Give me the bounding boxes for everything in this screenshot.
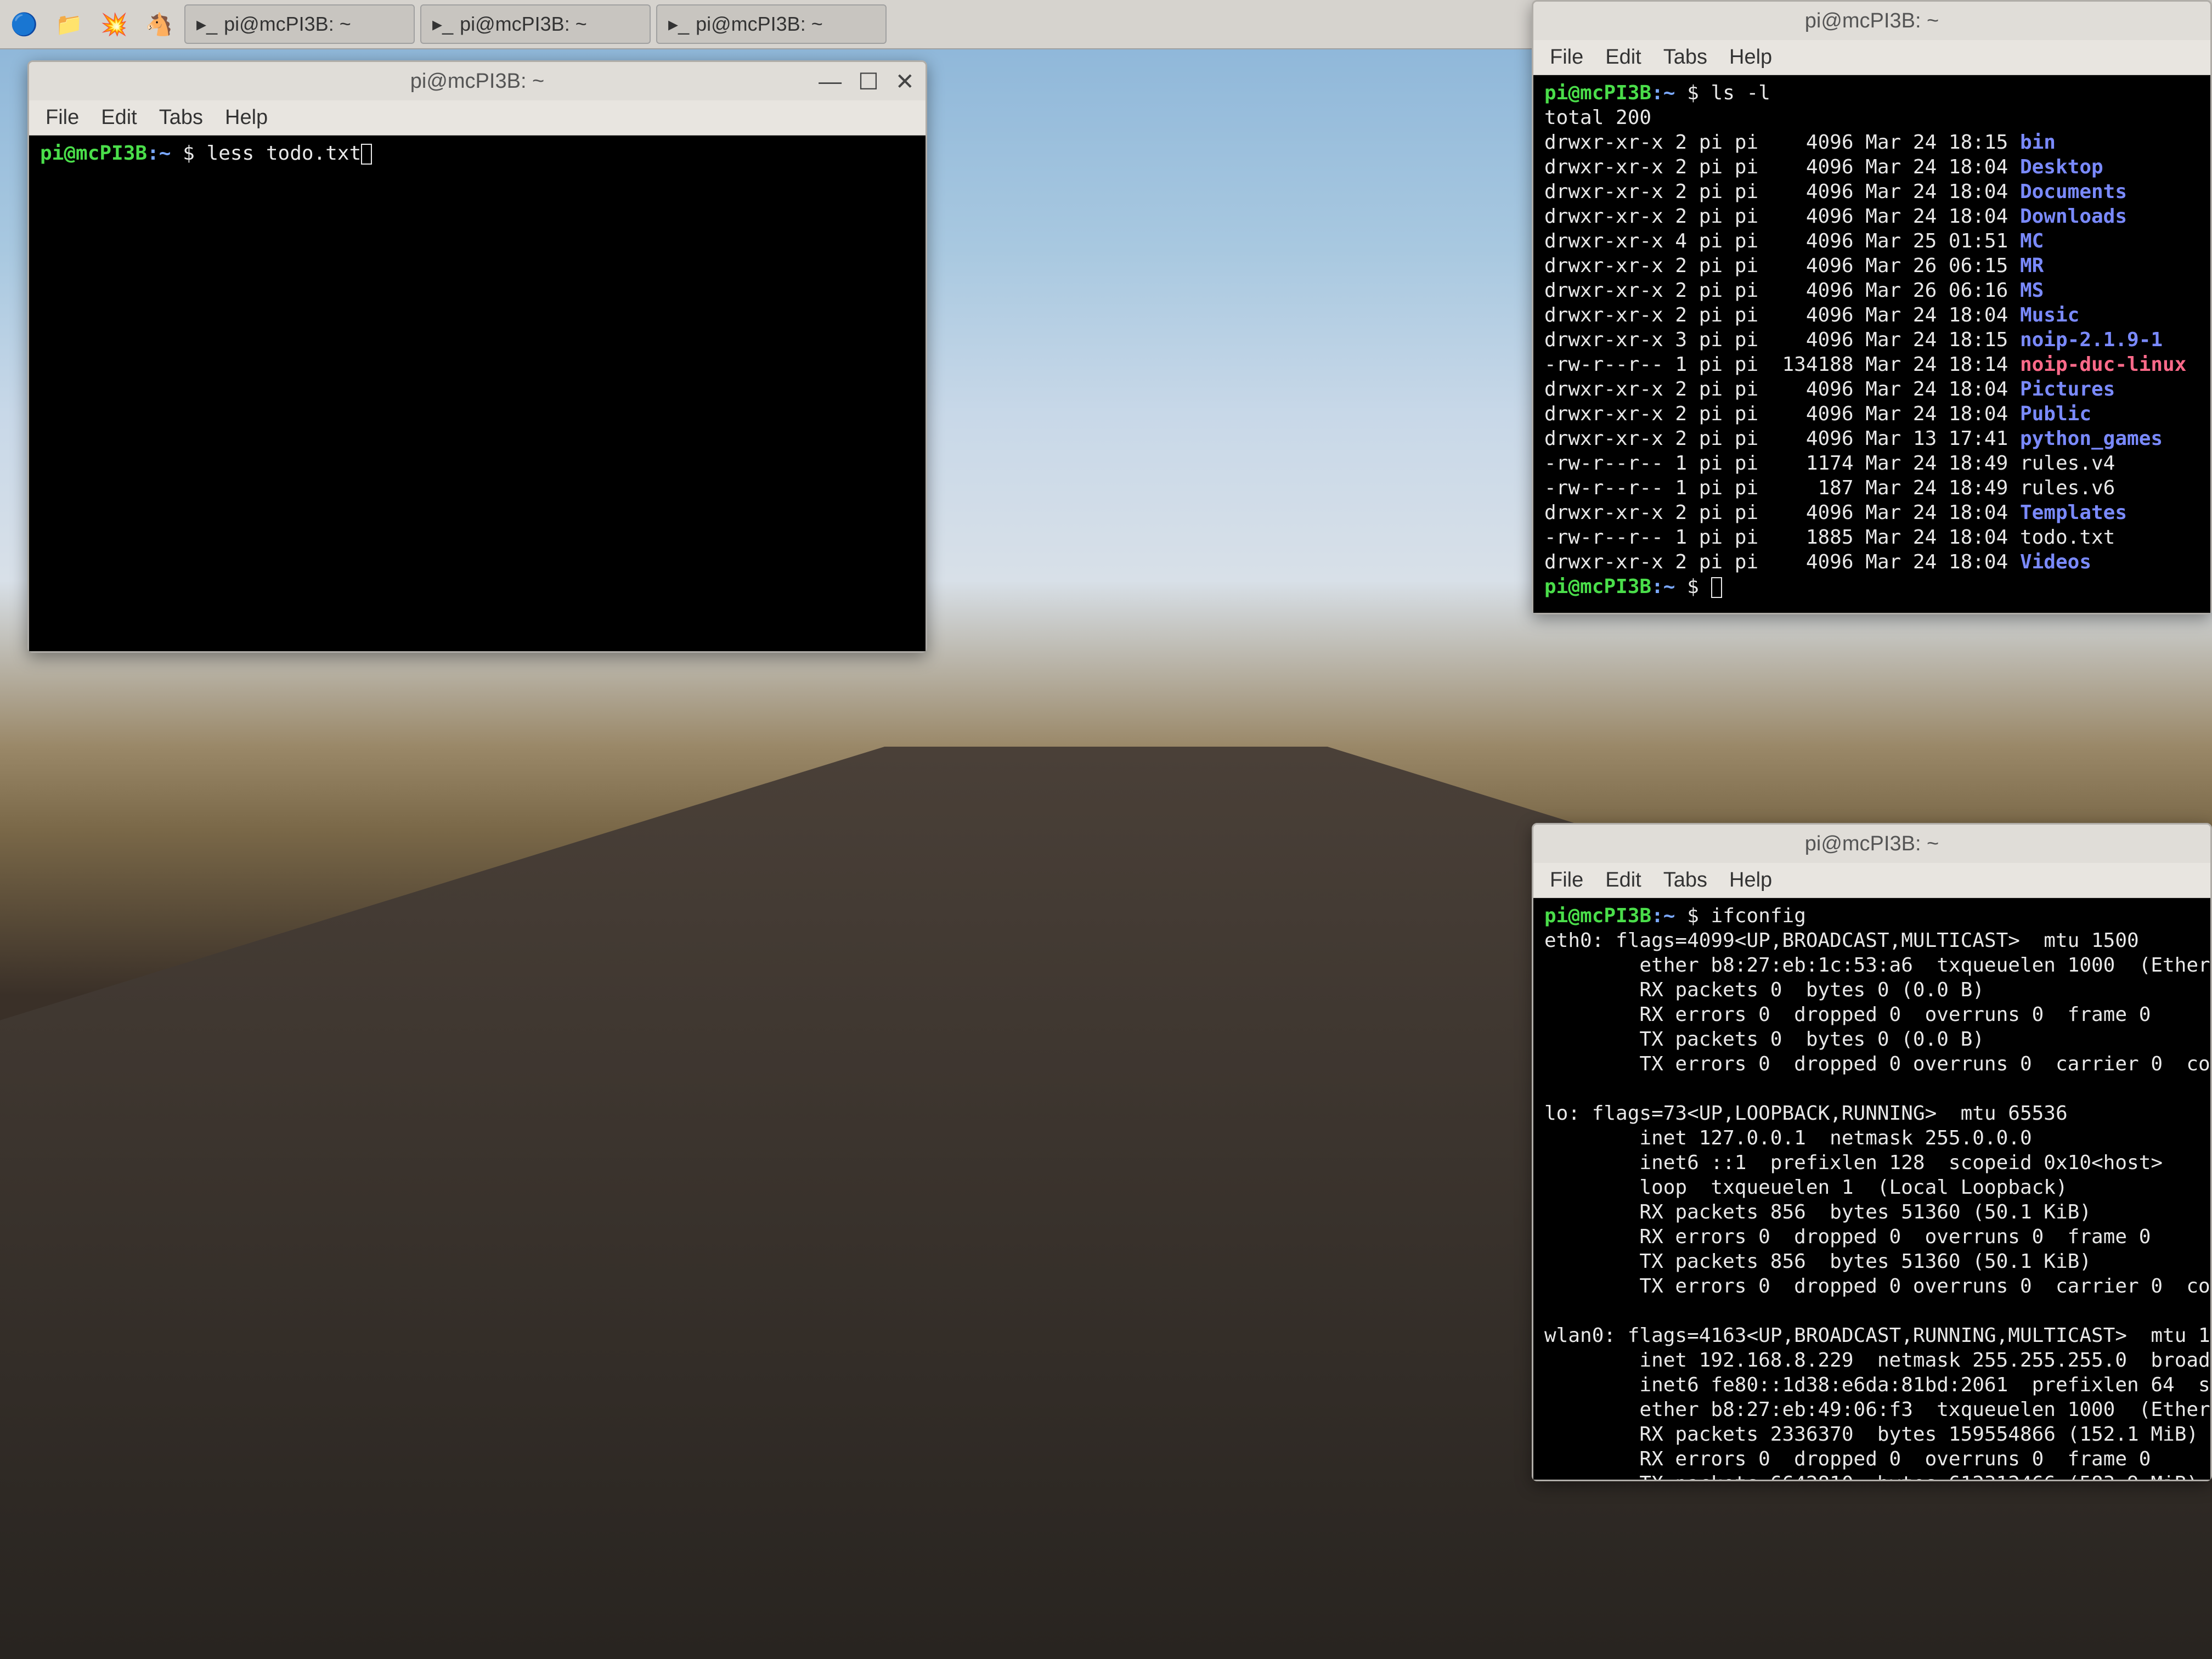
window-title: pi@mcPI3B: ~ — [1805, 9, 1939, 33]
taskbar-item-label: pi@mcPI3B: ~ — [460, 13, 587, 36]
close-button[interactable]: ✕ — [895, 68, 915, 95]
prompt-user: pi@mcPI3B — [40, 142, 147, 165]
window-title: pi@mcPI3B: ~ — [410, 70, 545, 93]
prompt-symbol: $ — [183, 142, 195, 165]
minimize-button[interactable]: — — [819, 68, 842, 95]
terminal-body[interactable]: pi@mcPI3B:~ $ ls -l total 200 drwxr-xr-x… — [1533, 75, 2210, 613]
menu-tabs[interactable]: Tabs — [1663, 868, 1707, 892]
menubar: File Edit Tabs Help — [1533, 40, 2210, 75]
titlebar[interactable]: pi@mcPI3B: ~ — ☐ ✕ — [29, 62, 926, 100]
taskbar-item-label: pi@mcPI3B: ~ — [696, 13, 823, 36]
menubar: File Edit Tabs Help — [29, 100, 926, 136]
menu-icon[interactable]: 🔵 — [4, 4, 44, 44]
menu-tabs[interactable]: Tabs — [159, 106, 203, 129]
terminal-window-left[interactable]: pi@mcPI3B: ~ — ☐ ✕ File Edit Tabs Help p… — [27, 60, 927, 653]
terminal-window-bottom-right[interactable]: pi@mcPI3B: ~ File Edit Tabs Help pi@mcPI… — [1532, 823, 2212, 1481]
terminal-icon: ▸_ — [196, 13, 217, 36]
menu-file[interactable]: File — [46, 106, 79, 129]
menu-edit[interactable]: Edit — [1605, 46, 1641, 69]
terminal-icon: ▸_ — [668, 13, 689, 36]
menu-file[interactable]: File — [1550, 868, 1583, 892]
app-icon-2[interactable]: 🐴 — [139, 4, 179, 44]
terminal-window-top-right[interactable]: pi@mcPI3B: ~ File Edit Tabs Help pi@mcPI… — [1532, 0, 2212, 614]
window-title: pi@mcPI3B: ~ — [1805, 832, 1939, 856]
menubar: File Edit Tabs Help — [1533, 863, 2210, 898]
menu-edit[interactable]: Edit — [101, 106, 137, 129]
menu-file[interactable]: File — [1550, 46, 1583, 69]
titlebar[interactable]: pi@mcPI3B: ~ — [1533, 825, 2210, 863]
taskbar-item[interactable]: ▸_ pi@mcPI3B: ~ — [420, 4, 651, 44]
titlebar[interactable]: pi@mcPI3B: ~ — [1533, 2, 2210, 40]
taskbar-item-label: pi@mcPI3B: ~ — [224, 13, 351, 36]
cursor — [361, 144, 372, 165]
prompt-path: ~ — [159, 142, 171, 165]
menu-help[interactable]: Help — [1729, 46, 1772, 69]
menu-edit[interactable]: Edit — [1605, 868, 1641, 892]
menu-help[interactable]: Help — [1729, 868, 1772, 892]
terminal-icon: ▸_ — [432, 13, 453, 36]
menu-help[interactable]: Help — [225, 106, 268, 129]
taskbar-item[interactable]: ▸_ pi@mcPI3B: ~ — [184, 4, 415, 44]
taskbar-item[interactable]: ▸_ pi@mcPI3B: ~ — [656, 4, 887, 44]
terminal-body[interactable]: pi@mcPI3B:~ $ ifconfig eth0: flags=4099<… — [1533, 898, 2210, 1480]
terminal-body[interactable]: pi@mcPI3B:~ $ less todo.txt — [29, 136, 926, 651]
menu-tabs[interactable]: Tabs — [1663, 46, 1707, 69]
command-text: less todo.txt — [207, 142, 362, 165]
app-icon[interactable]: 💥 — [94, 4, 134, 44]
maximize-button[interactable]: ☐ — [858, 68, 879, 95]
file-manager-icon[interactable]: 📁 — [49, 4, 89, 44]
